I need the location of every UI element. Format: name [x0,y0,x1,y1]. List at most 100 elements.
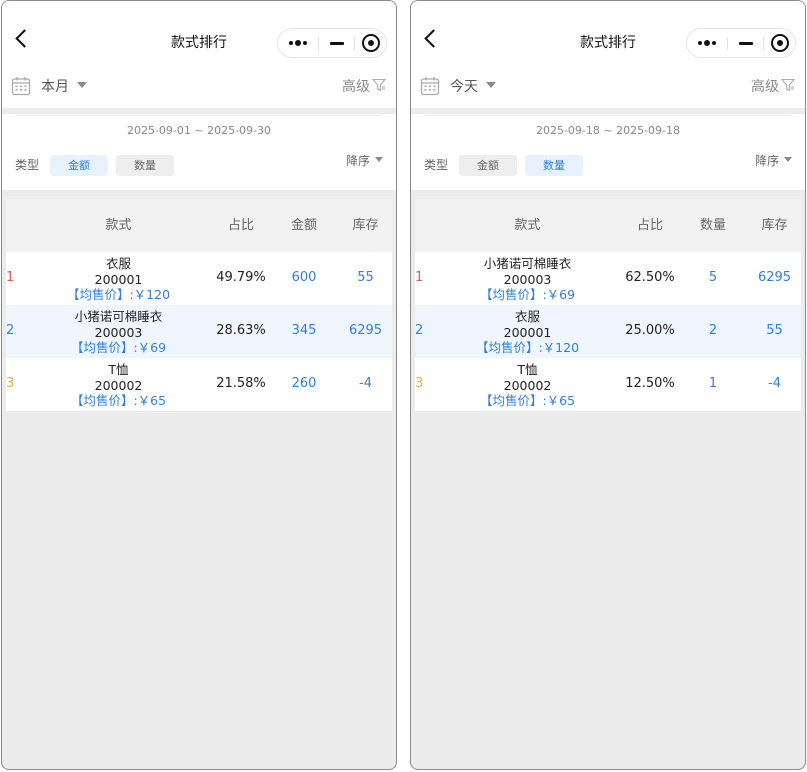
minimize-icon [739,42,753,45]
column-header-quantity: 数量 [699,218,726,233]
range-panel: 2025-09-01 ~ 2025-09-30 类型 金额 数量 降序 [2,114,396,190]
product-cell: 衣服 200001 【均售价】:￥120 [26,256,211,303]
type-chip-amount[interactable]: 金额 [459,155,517,176]
sort-label: 降序 [345,154,370,168]
table-row[interactable]: 2 衣服 200001 【均售价】:￥120 25.00% 2 55 [415,305,801,358]
product-cell: 小猪诺可棉睡衣 200003 【均售价】:￥69 [435,256,620,303]
column-header-stock: 库存 [761,218,788,233]
period-label: 今天 [450,79,478,95]
stock-value: 6295 [757,270,792,285]
advanced-label: 高级 [342,79,370,95]
column-header-style: 款式 [105,218,132,233]
sort-order-button[interactable]: 降序 [755,153,792,169]
mini-program-capsule [686,28,796,58]
more-button[interactable] [687,29,727,57]
minimize-button[interactable] [320,29,354,57]
period-selector[interactable]: 今天 [450,77,496,97]
type-chip-amount[interactable]: 金额 [50,155,108,176]
nav-bar: 款式排行 [2,1,396,65]
stock-value: -4 [768,376,781,391]
product-code: 200002 [503,377,552,393]
share-value: 49.79% [216,270,266,285]
minimize-button[interactable] [729,29,763,57]
product-name: T恤 [108,362,129,377]
stock-value: 55 [766,323,783,338]
period-selector[interactable]: 本月 [41,77,87,97]
product-name: 衣服 [105,256,131,271]
type-chip-quantity[interactable]: 数量 [116,155,174,176]
table-row[interactable]: 2 小猪诺可棉睡衣 200003 【均售价】:￥69 28.63% 345 62… [6,305,392,358]
amount-value: 345 [291,323,317,338]
filter-icon [371,78,387,92]
product-code: 200003 [503,271,552,287]
share-value: 28.63% [216,323,266,338]
stock-value: 55 [357,270,374,285]
avg-price: 【均售价】:￥69 [70,340,167,355]
avg-price: 【均售价】:￥120 [475,340,580,355]
close-button[interactable] [765,29,795,57]
column-header-share: 占比 [636,218,663,233]
product-code: 200001 [94,271,143,287]
share-value: 21.58% [216,376,266,391]
rank-number: 1 [6,270,15,285]
table-row[interactable]: 1 小猪诺可棉睡衣 200003 【均售价】:￥69 62.50% 5 6295 [415,252,801,305]
avg-price: 【均售价】:￥69 [479,287,576,302]
avg-price: 【均售价】:￥120 [66,287,171,302]
product-cell: 小猪诺可棉睡衣 200003 【均售价】:￥69 [26,309,211,356]
close-circle-icon [362,34,380,52]
period-label: 本月 [41,79,69,95]
column-header-stock: 库存 [352,218,379,233]
range-panel: 2025-09-18 ~ 2025-09-18 类型 金额 数量 降序 [411,114,805,190]
product-cell: T恤 200002 【均售价】:￥65 [435,362,620,409]
quantity-value: 1 [708,376,718,391]
table-row[interactable]: 3 T恤 200002 【均售价】:￥65 12.50% 1 -4 [415,358,801,411]
product-name: 衣服 [514,309,540,324]
filter-bar: 本月 高级 [2,65,396,108]
share-value: 62.50% [625,270,675,285]
advanced-filter-button[interactable]: 高级 [751,77,796,97]
sort-label: 降序 [754,154,779,168]
advanced-label: 高级 [751,79,779,95]
date-range: 2025-09-01 ~ 2025-09-30 [126,124,272,137]
mini-program-capsule [277,28,387,58]
calendar-icon [420,77,440,96]
nav-bar: 款式排行 [411,1,805,65]
quantity-value: 5 [708,270,718,285]
type-label: 类型 [15,158,40,172]
rank-number: 3 [415,376,424,391]
table-header: 款式 占比 数量 库存 [415,199,801,252]
advanced-filter-button[interactable]: 高级 [342,77,387,97]
quantity-value: 2 [708,323,718,338]
product-cell: 衣服 200001 【均售价】:￥120 [435,309,620,356]
product-code: 200003 [94,324,143,340]
sort-order-button[interactable]: 降序 [346,153,383,169]
type-chip-quantity[interactable]: 数量 [525,155,583,176]
caret-down-icon [375,157,383,162]
ranking-table: 款式 占比 数量 库存 1 小猪诺可棉睡衣 200003 【均售价】:￥69 6… [415,199,801,411]
amount-value: 600 [291,270,317,285]
product-name: T恤 [517,362,538,377]
caret-down-icon [486,82,496,88]
phone-screen-today: 款式排行 今天 高级 2025-09-18 ~ 2025-09-18 类型 金额… [410,0,806,770]
column-header-amount: 金额 [290,218,317,233]
filter-bar: 今天 高级 [411,65,805,108]
avg-price: 【均售价】:￥65 [70,393,167,408]
table-row[interactable]: 1 衣服 200001 【均售价】:￥120 49.79% 600 55 [6,252,392,305]
close-circle-icon [771,34,789,52]
more-button[interactable] [278,29,318,57]
rank-number: 2 [6,323,15,338]
column-header-style: 款式 [514,218,541,233]
rank-number: 2 [415,323,424,338]
phone-screen-month: 款式排行 本月 高级 2025-09-01 ~ 2025-09-30 类型 金额… [1,0,397,770]
type-label: 类型 [424,158,449,172]
caret-down-icon [784,157,792,162]
column-header-share: 占比 [227,218,254,233]
filter-icon [780,78,796,92]
product-name: 小猪诺可棉睡衣 [483,256,572,271]
table-header: 款式 占比 金额 库存 [6,199,392,252]
amount-value: 260 [291,376,317,391]
table-row[interactable]: 3 T恤 200002 【均售价】:￥65 21.58% 260 -4 [6,358,392,411]
avg-price: 【均售价】:￥65 [479,393,576,408]
close-button[interactable] [356,29,386,57]
rank-number: 1 [415,270,424,285]
